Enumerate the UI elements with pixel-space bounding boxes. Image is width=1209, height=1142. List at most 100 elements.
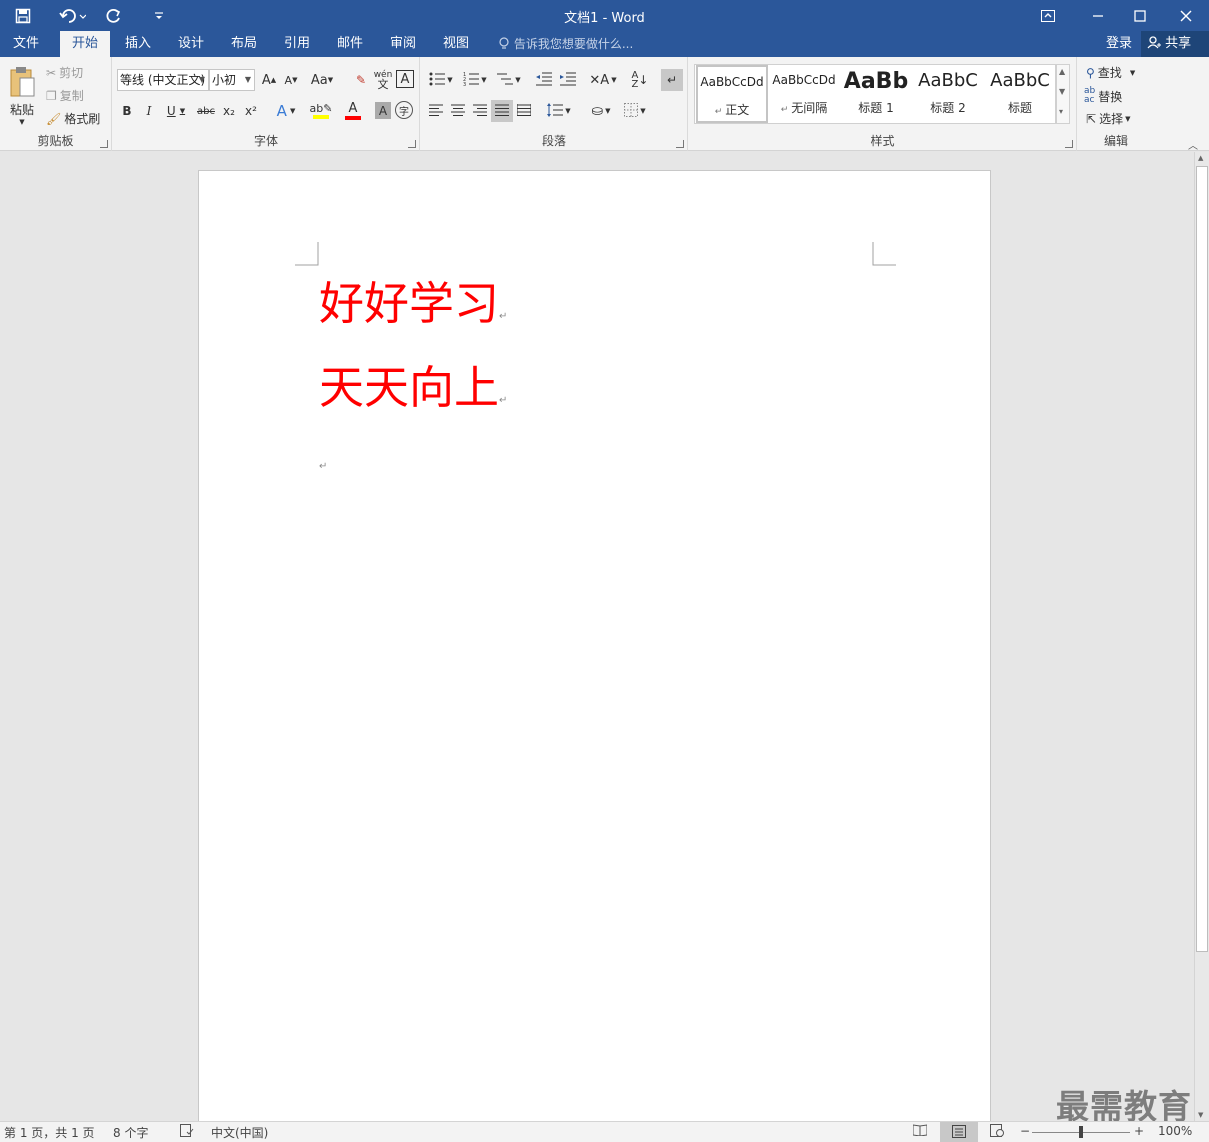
clipboard-icon (8, 66, 36, 101)
decrease-indent-button[interactable] (533, 69, 555, 91)
replace-button[interactable]: ab ac 替换 (1084, 87, 1122, 105)
multilevel-list-button[interactable]: ▼ (493, 69, 525, 91)
tab-review[interactable]: 审阅 (378, 31, 428, 57)
find-button[interactable]: ⚲ 查找 ▼ (1086, 64, 1135, 81)
maximize-icon[interactable] (1117, 0, 1163, 31)
paste-button[interactable]: 粘贴 ▼ (4, 63, 40, 129)
zoom-level[interactable]: 100% (1158, 1124, 1192, 1138)
page-count[interactable]: 第 1 页，共 1 页 (4, 1124, 95, 1141)
font-color-button[interactable]: A (339, 100, 367, 122)
print-layout-button[interactable] (940, 1122, 978, 1142)
italic-button[interactable]: I (139, 100, 159, 122)
read-mode-icon[interactable] (912, 1124, 928, 1139)
style-normal[interactable]: AaBbCcDd ↵ 正文 (696, 65, 768, 123)
change-case-button[interactable]: Aa ▼ (307, 70, 337, 90)
character-border-button[interactable]: A (396, 70, 414, 88)
format-painter-button[interactable]: 🖌 格式刷 (46, 110, 100, 127)
enclose-characters-button[interactable]: 字 (395, 101, 413, 119)
style-no-spacing[interactable]: AaBbCcDd ↵ 无间隔 (768, 65, 840, 123)
cut-button[interactable]: ✂ 剪切 (46, 64, 83, 81)
bullets-button[interactable]: ▼ (425, 69, 457, 91)
borders-button[interactable]: ▼ (619, 100, 651, 122)
sort-button[interactable]: A Z ↓ (629, 69, 651, 91)
font-name-combo[interactable]: 等线 (中文正文) ▼ (117, 69, 209, 91)
paragraph-2[interactable]: 天天向上↵ (319, 363, 507, 426)
show-hide-marks-button[interactable]: ↵ (661, 69, 683, 91)
tab-home[interactable]: 开始 (60, 31, 110, 57)
clear-formatting-button[interactable]: ✎ (351, 70, 371, 90)
chevron-down-icon[interactable]: ▼ (1130, 69, 1135, 77)
styles-dialog-launcher-icon[interactable] (1065, 140, 1073, 148)
chevron-down-icon[interactable]: ▼ (1125, 115, 1130, 123)
strikethrough-button[interactable]: abc (195, 100, 217, 122)
zoom-out-icon[interactable]: − (1020, 1124, 1030, 1138)
numbering-button[interactable]: 1 2 3 ▼ (459, 69, 491, 91)
tell-me-search[interactable]: 告诉我您想要做什么... (498, 31, 633, 57)
zoom-in-icon[interactable]: + (1134, 1124, 1144, 1138)
tab-layout[interactable]: 布局 (219, 31, 269, 57)
gallery-up-icon[interactable]: ▲ (1059, 67, 1065, 76)
scroll-down-icon[interactable]: ▼ (1198, 1111, 1203, 1119)
chinese-layout-button[interactable]: ✕A ▼ (587, 69, 619, 91)
enclose-characters-icon: 字 (399, 106, 409, 118)
tab-mailings[interactable]: 邮件 (325, 31, 375, 57)
highlight-button[interactable]: ab✎ (305, 100, 337, 122)
align-left-button[interactable] (425, 100, 447, 122)
scroll-up-icon[interactable]: ▲ (1198, 154, 1203, 162)
gallery-more-icon[interactable]: ▾ (1059, 107, 1063, 116)
tab-view[interactable]: 视图 (431, 31, 481, 57)
collapse-ribbon-icon[interactable]: ︿ (1188, 137, 1198, 152)
underline-button[interactable]: U ▼ (161, 100, 191, 122)
web-layout-icon[interactable] (990, 1124, 1004, 1140)
gallery-down-icon[interactable]: ▼ (1059, 87, 1065, 96)
style-heading-2[interactable]: AaBbC 标题 2 (912, 65, 984, 123)
clipboard-dialog-launcher-icon[interactable] (100, 140, 108, 148)
text-effects-button[interactable]: A ▼ (271, 100, 301, 122)
bold-button[interactable]: B (117, 100, 137, 122)
ribbon-display-options-icon[interactable] (1025, 0, 1071, 31)
document-page[interactable]: 好好学习↵ 天天向上↵ ↵ (198, 170, 991, 1130)
justify-button[interactable] (491, 100, 513, 122)
character-shading-button[interactable]: A (375, 102, 391, 119)
line-spacing-button[interactable]: ▼ (543, 100, 575, 122)
status-bar: 第 1 页，共 1 页 8 个字 中文(中国) − + 100% (0, 1121, 1209, 1142)
paragraph-1[interactable]: 好好学习↵ (319, 279, 507, 342)
shrink-font-button[interactable]: A ▼ (281, 70, 301, 90)
paste-dropdown-icon[interactable]: ▼ (19, 118, 24, 126)
paragraph-dialog-launcher-icon[interactable] (676, 140, 684, 148)
word-count[interactable]: 8 个字 (113, 1124, 148, 1141)
tab-insert[interactable]: 插入 (113, 31, 163, 57)
grow-font-button[interactable]: A ▲ (259, 70, 279, 90)
share-button[interactable]: 共享 (1141, 31, 1209, 57)
superscript-button[interactable]: x² (241, 100, 261, 122)
login-link[interactable]: 登录 (1106, 31, 1132, 57)
phonetic-guide-button[interactable]: wén 文 (373, 69, 393, 91)
proofing-icon[interactable] (180, 1124, 194, 1140)
minimize-icon[interactable] (1075, 0, 1121, 31)
chevron-down-icon[interactable]: ▼ (199, 70, 205, 90)
font-dialog-launcher-icon[interactable] (408, 140, 416, 148)
distributed-button[interactable] (513, 100, 535, 122)
copy-button[interactable]: ❐ 复制 (46, 87, 84, 104)
scrollbar-thumb[interactable] (1196, 166, 1208, 952)
zoom-slider-thumb[interactable] (1079, 1126, 1083, 1138)
align-right-button[interactable] (469, 100, 491, 122)
style-heading-1[interactable]: AaBb 标题 1 (840, 65, 912, 123)
shading-button[interactable]: ⛀ ▼ (585, 100, 617, 122)
subscript-button[interactable]: x₂ (219, 100, 239, 122)
chevron-down-icon[interactable]: ▼ (245, 70, 251, 90)
tell-me-text: 告诉我您想要做什么... (513, 37, 634, 51)
select-button[interactable]: ⇱ 选择 ▼ (1086, 110, 1130, 127)
tab-design[interactable]: 设计 (166, 31, 216, 57)
clipboard-group-label: 剪贴板 (37, 134, 74, 148)
increase-indent-button[interactable] (557, 69, 579, 91)
language[interactable]: 中文(中国) (211, 1124, 268, 1141)
vertical-scrollbar[interactable]: ▲ ▼ (1194, 152, 1209, 1121)
style-title[interactable]: AaBbC 标题 (984, 65, 1055, 123)
tab-references[interactable]: 引用 (272, 31, 322, 57)
tab-file[interactable]: 文件 (0, 31, 52, 57)
empty-paragraph-mark[interactable]: ↵ (319, 461, 327, 472)
align-center-button[interactable] (447, 100, 469, 122)
font-size-combo[interactable]: 小初 ▼ (209, 69, 255, 91)
close-icon[interactable] (1163, 0, 1209, 31)
